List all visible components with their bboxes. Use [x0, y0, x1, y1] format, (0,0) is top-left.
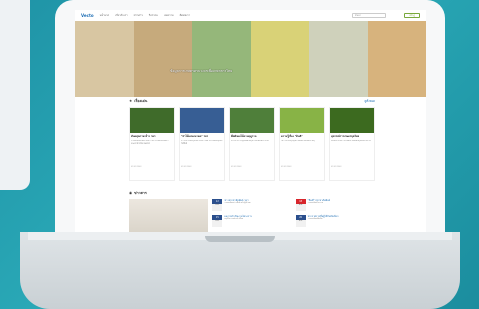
- menu-item-about[interactable]: เกี่ยวกับเรา: [115, 14, 127, 18]
- news-grid: 12 ม.ค. ข่าวประชาสัมพันธ์ ฯลฯ รายละเอียด…: [129, 199, 375, 234]
- card-title: ทันตสุขภาพ ข้าว ฯลฯ: [131, 135, 156, 138]
- menu-item-activity[interactable]: กิจกรรม: [149, 14, 158, 18]
- featured-card[interactable]: ทันตสุขภาพ ข้าว ฯลฯ รายละเอียดเนื้อหาบทค…: [129, 107, 175, 181]
- card-desc: เครื่องจักรกลการเกษตรช่วยลดต้นทุนและแรงง…: [331, 140, 371, 142]
- card-desc: แนวทางการปลูกพืชผักหมุนเวียนเพื่อเพิ่มรา…: [231, 140, 269, 142]
- laptop-base: [20, 232, 460, 309]
- hero-strip-4: [250, 21, 309, 97]
- laptop-screen: Vecto หน้าแรก เกี่ยวกับเรา ข่าวสาร กิจกร…: [75, 10, 426, 234]
- news-list-right: 18 ม.ค. "ดินดี" ประชาสัมพันธ์ รายละเอียด…: [295, 199, 375, 234]
- search-input[interactable]: ค้นหา: [352, 13, 386, 18]
- date-badge: 20 ม.ค.: [295, 215, 306, 227]
- side-panel: [0, 0, 30, 190]
- featured-cards: ทันตสุขภาพ ข้าว ฯลฯ รายละเอียดเนื้อหาบทค…: [129, 107, 375, 181]
- featured-title: เรื่องเด่น: [134, 99, 148, 103]
- news-item[interactable]: 15 ม.ค. ผลการดำเนินงานโครงการ สรุปกิจกรร…: [212, 215, 291, 227]
- card-title: อุปกรณ์การเกษตรยุคใหม่: [331, 135, 360, 138]
- hero-strip-5: [309, 21, 368, 97]
- menu-item-home[interactable]: หน้าแรก: [100, 14, 110, 18]
- card-meta: 01/01/2563: [281, 166, 292, 168]
- news-item[interactable]: 18 ม.ค. "ดินดี" ประชาสัมพันธ์ รายละเอียด…: [295, 199, 375, 211]
- main-menu: หน้าแรก เกี่ยวกับเรา ข่าวสาร กิจกรรม บทค…: [100, 14, 190, 18]
- menu-item-contact[interactable]: ติดต่อเรา: [180, 14, 190, 18]
- laptop-notch: [205, 236, 275, 242]
- news-item[interactable]: 20 ม.ค. ประกาศรายชื่อผู้ได้รับคัดเลือก ร…: [295, 215, 375, 227]
- featured-card[interactable]: ความรู้เรื่อง "ดินดี" วิธีการปรับปรุงคุณ…: [279, 107, 325, 181]
- news-section: ◉ ข่าวสาร 12 ม.ค. ข่าวประชาสัมพันธ์ ฯลฯ …: [129, 190, 375, 234]
- news-photo[interactable]: [129, 199, 209, 234]
- featured-more-link[interactable]: ดูทั้งหมด: [364, 99, 375, 104]
- hero-title: ข้อมูลการเกษตรครบวงจรเพื่อเกษตรกรไทย: [170, 69, 233, 73]
- card-desc: รายละเอียดเนื้อหาบทความการเกษตรพร้อมคำแน…: [131, 140, 169, 145]
- date-badge: 12 ม.ค.: [212, 199, 223, 211]
- news-item-caption: รายละเอียดเพิ่มเติม: [307, 218, 323, 220]
- hero-banner: ข้อมูลการเกษตรครบวงจรเพื่อเกษตรกรไทย: [75, 21, 426, 97]
- badge-month: ม.ค.: [295, 204, 306, 211]
- date-badge: 15 ม.ค.: [212, 215, 223, 227]
- card-meta: 01/01/2563: [231, 166, 242, 168]
- news-list-left: 12 ม.ค. ข่าวประชาสัมพันธ์ ฯลฯ รายละเอียด…: [212, 199, 291, 234]
- featured-card[interactable]: พืชผักผลไม้ตามฤดูกาล แนวทางการปลูกพืชผัก…: [229, 107, 275, 181]
- card-title: "ป่าไม้แห่งอนาคต" ฯลฯ: [181, 135, 209, 138]
- card-title: ความรู้เรื่อง "ดินดี": [281, 135, 303, 138]
- card-image: [180, 108, 224, 133]
- news-title: ข่าวสาร: [134, 191, 147, 195]
- card-image: [130, 108, 174, 133]
- card-image: [230, 108, 274, 133]
- card-desc: วิธีการปรับปรุงคุณภาพดินด้วยอินทรียวัตถุ: [281, 140, 315, 142]
- login-button[interactable]: เข้าสู่: [404, 13, 420, 18]
- menu-item-news[interactable]: ข่าวสาร: [134, 14, 143, 18]
- featured-card[interactable]: อุปกรณ์การเกษตรยุคใหม่ เครื่องจักรกลการเ…: [329, 107, 375, 181]
- card-image: [330, 108, 374, 133]
- news-item[interactable]: 12 ม.ค. ข่าวประชาสัมพันธ์ ฯลฯ รายละเอียด…: [212, 199, 291, 211]
- news-item-caption: รายละเอียดข่าวสั้นสำหรับผู้เข้าชม: [224, 202, 251, 204]
- featured-heading: ★ เรื่องเด่น ดูทั้งหมด: [129, 98, 375, 104]
- card-desc: ข่าวกิจกรรมอนุรักษ์ป่าและการมีส่วนร่วมขอ…: [181, 140, 223, 145]
- hero-strip-1: [75, 21, 134, 97]
- hero-strip-2: [133, 21, 192, 97]
- hero-strip-6: [367, 21, 426, 97]
- badge-month: ม.ค.: [212, 204, 223, 211]
- menu-item-articles[interactable]: บทความ: [164, 14, 174, 18]
- hero-strip-3: [192, 21, 251, 97]
- news-item-caption: รายละเอียดกิจกรรม: [307, 202, 324, 204]
- card-meta: 01/01/2563: [131, 166, 142, 168]
- news-item-caption: สรุปกิจกรรมประจำเดือน: [224, 218, 244, 220]
- badge-month: ม.ค.: [295, 220, 306, 227]
- card-title: พืชผักผลไม้ตามฤดูกาล: [231, 135, 257, 138]
- card-meta: 01/01/2563: [181, 166, 192, 168]
- card-meta: 01/01/2563: [331, 166, 342, 168]
- rss-icon: ◉: [129, 191, 133, 195]
- date-badge: 18 ม.ค.: [295, 199, 306, 211]
- badge-month: ม.ค.: [212, 220, 223, 227]
- featured-section: ★ เรื่องเด่น ดูทั้งหมด ทันตสุขภาพ ข้าว ฯ…: [129, 98, 375, 181]
- site-logo[interactable]: Vecto: [81, 13, 94, 18]
- card-image: [280, 108, 324, 133]
- news-heading: ◉ ข่าวสาร: [129, 190, 375, 196]
- featured-card[interactable]: "ป่าไม้แห่งอนาคต" ฯลฯ ข่าวกิจกรรมอนุรักษ…: [179, 107, 225, 181]
- star-icon: ★: [129, 99, 133, 103]
